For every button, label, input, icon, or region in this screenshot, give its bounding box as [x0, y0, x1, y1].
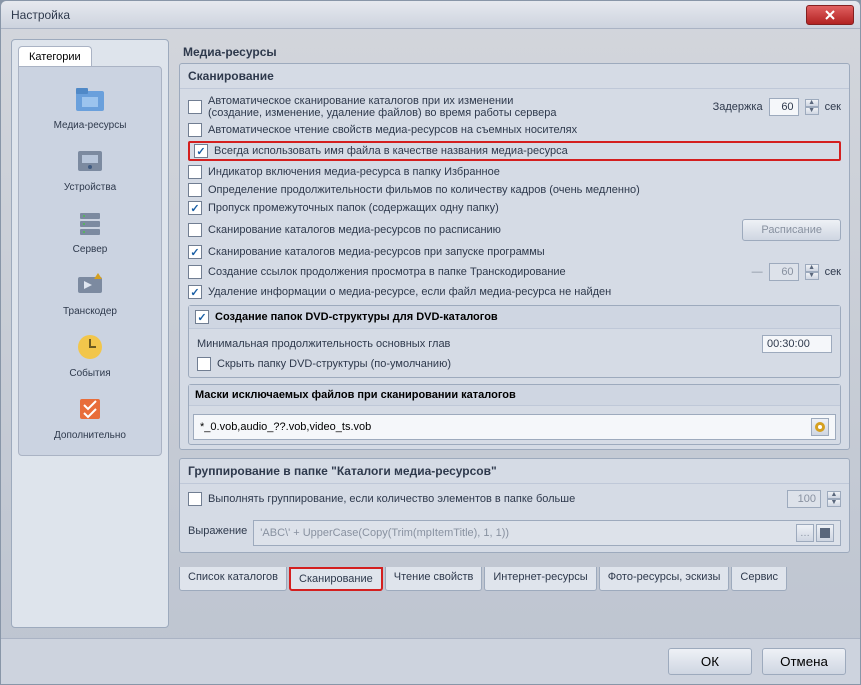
grouping-expr-input: 'ABC\' + UpperCase(Copy(Trim(mpItemTitle… — [253, 520, 841, 546]
grouping-threshold: 100 — [787, 490, 821, 508]
sidebar-item-label: Устройства — [64, 182, 116, 193]
schedule-scan-label: Сканирование каталогов медиа-ресурсов по… — [208, 224, 501, 236]
expr-button-1[interactable]: … — [796, 524, 814, 542]
dvd-title: Создание папок DVD-структуры для DVD-кат… — [215, 311, 498, 323]
checkbox-startup-scan[interactable] — [188, 245, 202, 259]
checkbox-auto-scan[interactable] — [188, 100, 202, 114]
schedule-button[interactable]: Расписание — [742, 219, 841, 241]
create-links-unit: сек — [825, 266, 841, 278]
auto-scan-label: Автоматическое сканирование каталогов пр… — [208, 95, 568, 119]
checkbox-remove-missing[interactable] — [188, 285, 202, 299]
sidebar-item-transcoder[interactable]: Транскодер — [19, 261, 161, 323]
tab-read-props[interactable]: Чтение свойств — [385, 567, 483, 591]
grouping-group: Группирование в папке "Каталоги медиа-ре… — [179, 458, 850, 553]
sidebar-item-label: Транскодер — [63, 306, 117, 317]
sidebar-item-extra[interactable]: Дополнительно — [19, 385, 161, 447]
bottom-tabs: Список каталогов Сканирование Чтение сво… — [179, 567, 850, 591]
create-links-label: Создание ссылок продолжения просмотра в … — [208, 266, 566, 278]
sidebar-tab[interactable]: Категории — [18, 46, 92, 67]
sidebar-item-devices[interactable]: Устройства — [19, 137, 161, 199]
auto-read-label: Автоматическое чтение свойств медиа-ресу… — [208, 124, 577, 136]
delay-label: Задержка — [713, 101, 763, 113]
grouping-expr-label: Выражение — [188, 525, 247, 537]
tab-internet[interactable]: Интернет-ресурсы — [484, 567, 596, 591]
devices-icon — [72, 143, 108, 179]
checkbox-auto-read[interactable] — [188, 123, 202, 137]
server-icon — [72, 205, 108, 241]
tab-scanning[interactable]: Сканирование — [289, 567, 383, 591]
grouping-title: Группирование в папке "Каталоги медиа-ре… — [180, 459, 849, 484]
checkbox-hide-dvd[interactable] — [197, 357, 211, 371]
close-icon — [824, 9, 836, 21]
masks-subgroup: Маски исключаемых файлов при сканировани… — [188, 384, 841, 445]
scanning-group: Сканирование Автоматическое сканирование… — [179, 63, 850, 450]
checkbox-grouping-enable[interactable] — [188, 492, 202, 506]
duration-frames-label: Определение продолжительности фильмов по… — [208, 184, 640, 196]
sidebar-item-media[interactable]: Медиа-ресурсы — [19, 75, 161, 137]
use-filename-label: Всегда использовать имя файла в качестве… — [214, 145, 568, 157]
sidebar: Категории Медиа-ресурсы Устройства — [11, 39, 169, 628]
ok-button[interactable]: ОК — [668, 648, 752, 675]
dvd-min-duration-input[interactable]: 00:30:00 — [762, 335, 832, 353]
grouping-enable-label: Выполнять группирование, если количество… — [208, 493, 575, 505]
create-links-spinner: ▲▼ — [805, 264, 819, 280]
sidebar-item-server[interactable]: Сервер — [19, 199, 161, 261]
grouping-spinner: ▲▼ — [827, 491, 841, 507]
sidebar-item-label: Медиа-ресурсы — [54, 120, 127, 131]
extra-icon — [72, 391, 108, 427]
expr-button-2[interactable] — [816, 524, 834, 542]
masks-title: Маски исключаемых файлов при сканировани… — [195, 389, 516, 401]
checkbox-skip-intermediate[interactable] — [188, 201, 202, 215]
checkbox-duration-frames[interactable] — [188, 183, 202, 197]
tab-photo[interactable]: Фото-ресурсы, эскизы — [599, 567, 730, 591]
hide-dvd-label: Скрыть папку DVD-структуры (по-умолчанию… — [217, 358, 451, 370]
settings-window: Настройка Категории Медиа-ресурсы — [0, 0, 861, 685]
scanning-title: Сканирование — [180, 64, 849, 89]
checkbox-use-filename[interactable] — [194, 144, 208, 158]
checkbox-create-links[interactable] — [188, 265, 202, 279]
cancel-button[interactable]: Отмена — [762, 648, 846, 675]
sidebar-item-events[interactable]: События — [19, 323, 161, 385]
category-panel: Медиа-ресурсы Устройства Сервер — [18, 66, 162, 456]
fav-indicator-label: Индикатор включения медиа-ресурса в папк… — [208, 166, 500, 178]
checkbox-fav-indicator[interactable] — [188, 165, 202, 179]
sidebar-item-label: Дополнительно — [54, 430, 126, 441]
window-title: Настройка — [11, 8, 70, 22]
dvd-min-duration-label: Минимальная продолжительность основных г… — [197, 338, 450, 350]
checkbox-dvd-structure[interactable] — [195, 310, 209, 324]
sidebar-item-label: Сервер — [73, 244, 108, 255]
transcoder-icon — [72, 267, 108, 303]
delay-spinner[interactable]: ▲▼ — [805, 99, 819, 115]
masks-edit-button[interactable] — [811, 418, 829, 436]
tab-catalog-list[interactable]: Список каталогов — [179, 567, 287, 591]
folder-icon — [72, 81, 108, 117]
delay-unit: сек — [825, 101, 841, 113]
dvd-subgroup: Создание папок DVD-структуры для DVD-кат… — [188, 305, 841, 378]
startup-scan-label: Сканирование каталогов медиа-ресурсов пр… — [208, 246, 545, 258]
main-panel: Медиа-ресурсы Сканирование Автоматическо… — [179, 39, 850, 628]
remove-missing-label: Удаление информации о медиа-ресурсе, есл… — [208, 286, 611, 298]
skip-intermediate-label: Пропуск промежуточных папок (содержащих … — [208, 202, 499, 214]
create-links-delay: 60 — [769, 263, 799, 281]
masks-input[interactable]: *_0.vob,audio_??.vob,video_ts.vob — [193, 414, 836, 440]
checkbox-schedule-scan[interactable] — [188, 223, 202, 237]
sidebar-item-label: События — [69, 368, 110, 379]
titlebar: Настройка — [1, 1, 860, 29]
delay-input[interactable]: 60 — [769, 98, 799, 116]
close-button[interactable] — [806, 5, 854, 25]
events-icon — [72, 329, 108, 365]
footer: ОК Отмена — [1, 638, 860, 684]
tab-service[interactable]: Сервис — [731, 567, 787, 591]
page-title: Медиа-ресурсы — [179, 39, 850, 63]
